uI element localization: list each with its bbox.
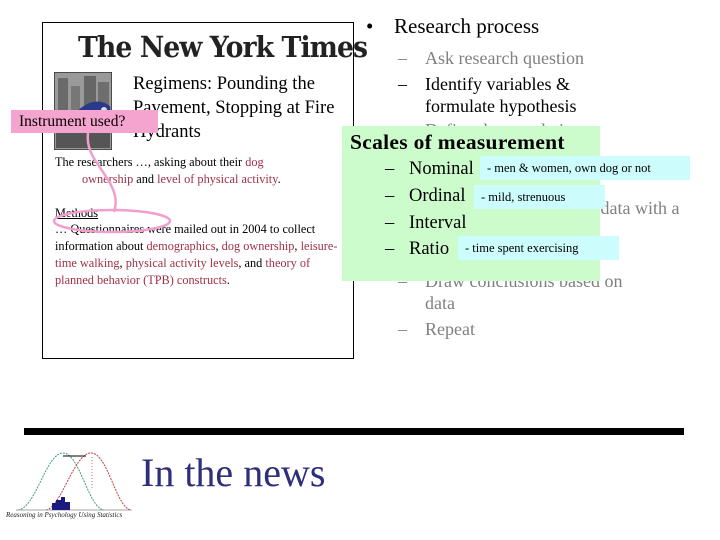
scale-label: Ordinal [409, 186, 466, 206]
dash: – [398, 74, 407, 94]
dash: – [385, 239, 395, 259]
methods-heading: Methods [55, 205, 99, 220]
instrument-callout: Instrument used? [11, 110, 158, 133]
highlighted-term: dog ownership [221, 239, 295, 254]
article-headline: Regimens: Pounding the Pavement, Stoppin… [133, 74, 335, 142]
highlighted-term: level of physical activity [157, 171, 278, 186]
text: , and [238, 255, 266, 270]
step-text: Identify variables & [425, 74, 570, 94]
text: . [226, 272, 230, 287]
footer-divider [24, 428, 684, 435]
dash: – [385, 213, 395, 233]
highlighted-term: demographics [146, 239, 216, 254]
highlighted-term: dog [245, 155, 264, 169]
text: . [277, 171, 281, 186]
heading-text: Research process [394, 14, 540, 38]
dash: – [398, 48, 407, 68]
highlighted-term: ownership [82, 171, 134, 186]
research-process-heading: • Research process [366, 14, 539, 39]
nominal-example-note: - men & women, own dog or not [480, 156, 690, 180]
highlighted-term: physical activity levels [125, 255, 239, 270]
step-text: Repeat [425, 319, 475, 339]
article-paragraph-2: … Questionnaires were mailed out in 2004… [55, 221, 347, 288]
article-paragraph-1: The researchers …, asking about their do… [55, 154, 347, 188]
scale-label: Nominal [409, 159, 474, 179]
text: and [133, 171, 158, 186]
step-text: formulate hypothesis [425, 96, 577, 116]
logo-caption: Reasoning in Psychology Using Statistics [6, 511, 123, 519]
ratio-example-note: - time spent exercising [458, 236, 619, 260]
text: The researchers …, asking about their [55, 155, 246, 169]
dash: – [398, 319, 407, 339]
step-text: data [425, 293, 455, 313]
step-text: Ask research question [425, 48, 584, 68]
nyt-masthead: The New York Times [78, 30, 368, 64]
slide-title: In the news [141, 450, 326, 495]
dash: – [385, 186, 395, 206]
scale-label: Ratio [409, 239, 450, 259]
scale-label: Interval [409, 213, 467, 233]
bullet-icon: • [366, 14, 374, 38]
article-body: The researchers …, asking about their do… [55, 154, 347, 289]
scales-title: Scales of measurement [350, 130, 565, 154]
dash: – [385, 159, 395, 179]
ordinal-example-note: - mild, strenuous [474, 185, 605, 209]
